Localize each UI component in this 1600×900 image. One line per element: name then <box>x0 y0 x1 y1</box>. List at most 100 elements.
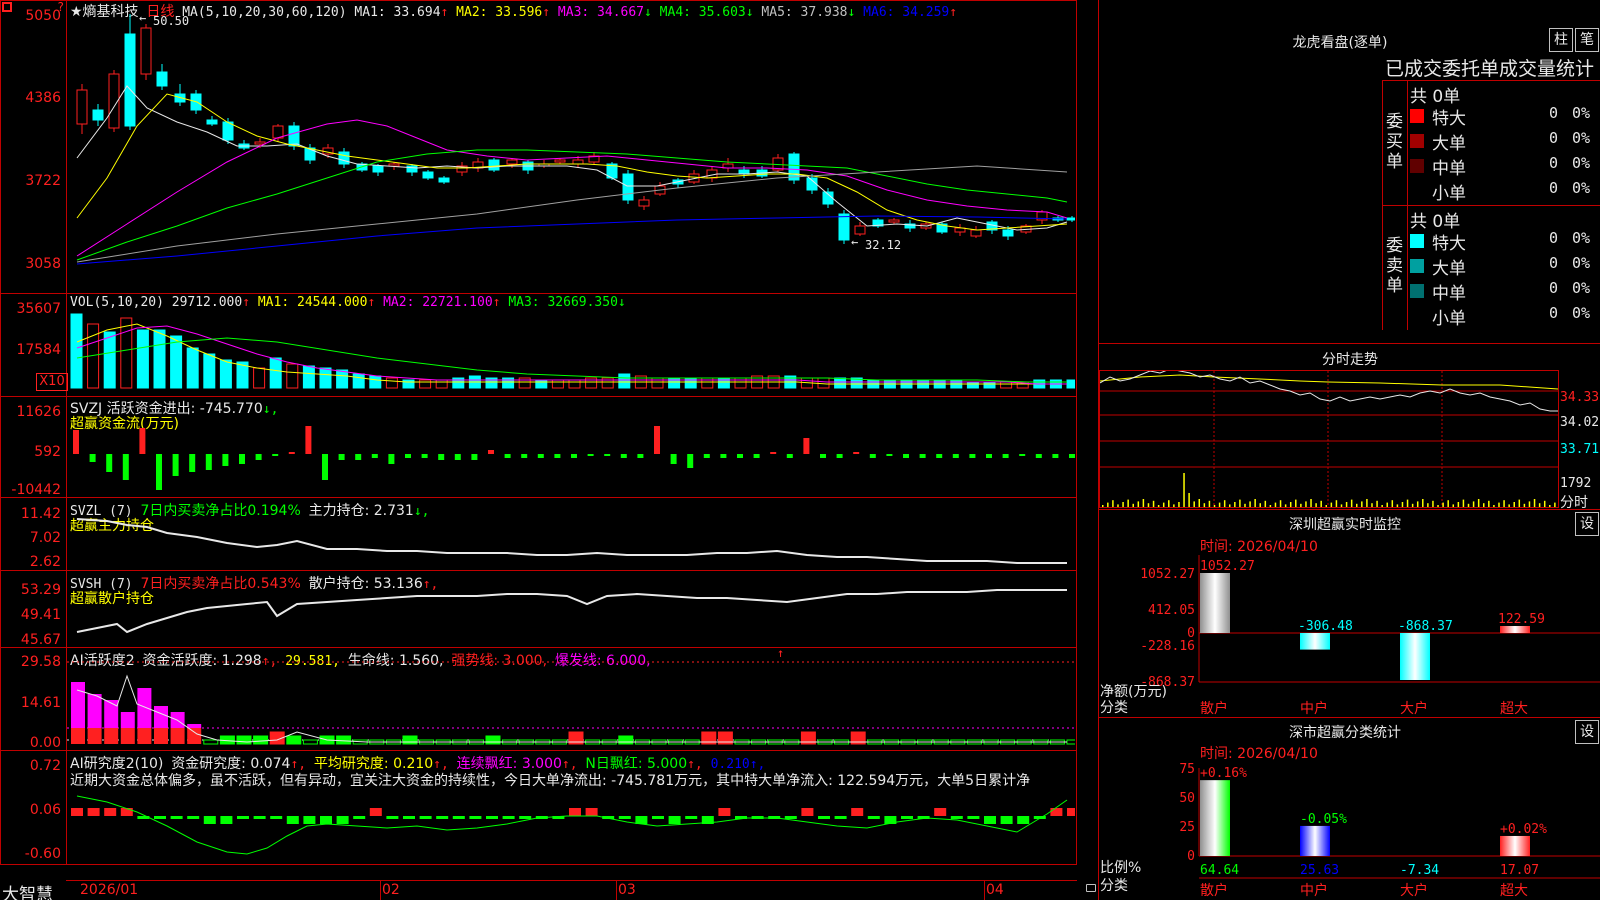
monitor-ylabel-0: 1052.27 <box>1140 567 1195 582</box>
intraday-vol-bar <box>1183 473 1185 507</box>
svzl-ylabel-0: 11.42 <box>20 506 61 522</box>
volume-bar <box>153 329 166 389</box>
svzj-bar <box>687 454 694 468</box>
kline-chart[interactable]: ← 50.50 ← 32.12 <box>67 14 1075 292</box>
monitor-chart[interactable]: 1052.27 412.05 0 -228.16 -868.37 1052.27… <box>1099 555 1600 715</box>
monitor-settings-button[interactable]: 设 <box>1575 512 1599 536</box>
ai2-green-bar <box>967 816 980 819</box>
svsh-chart[interactable] <box>67 580 1075 646</box>
monitor-ylabel-1: 412.05 <box>1148 603 1195 618</box>
ai1-up-marker: ↑ <box>777 646 785 660</box>
svzj-bar <box>205 454 212 470</box>
svzj-bar <box>172 454 179 476</box>
ai1-bar <box>618 735 634 745</box>
intraday-vol-bar <box>1371 503 1373 507</box>
svsh-line <box>76 589 1067 634</box>
volume-bar <box>70 313 83 389</box>
intraday-vol-bar <box>1147 503 1150 507</box>
stats-settings-button[interactable]: 设 <box>1575 720 1599 744</box>
ai2-red-bar <box>585 808 598 816</box>
intraday-vol-bar <box>1361 501 1363 507</box>
intraday-vol-bar <box>1254 499 1256 507</box>
intraday-vol-bar <box>1107 502 1109 507</box>
sell-percent: 0% <box>1572 254 1591 272</box>
tick-view-button[interactable]: 笔 <box>1575 28 1599 52</box>
svzj-bar <box>820 454 826 458</box>
vol-unit-box[interactable]: X10 <box>36 373 68 391</box>
candles <box>76 14 1075 244</box>
intraday-vol-bar <box>1432 500 1434 507</box>
stats-bar-label: +0.16% <box>1200 766 1247 781</box>
svzj-bar <box>703 454 710 458</box>
intraday-vol-bar <box>1173 504 1175 507</box>
sell-row-1: 大单 0 0% <box>1410 254 1600 279</box>
x-label-mar: 03 <box>618 882 636 898</box>
stats-bar-label: -0.05% <box>1300 812 1347 827</box>
svzj-bar <box>554 454 561 458</box>
ai2-green-bar <box>419 816 432 819</box>
svzj-ylabel-0: 11626 <box>16 404 61 420</box>
kline-ylabel-3: 3058 <box>25 256 61 272</box>
candle-body <box>388 163 400 167</box>
volume-bar <box>269 357 282 389</box>
candle-body <box>254 141 266 145</box>
intraday-vol-bar <box>1112 500 1114 507</box>
intraday-vol-bar <box>1391 500 1394 507</box>
intraday-vol-bar <box>1401 502 1404 507</box>
svzj-bar <box>637 454 644 458</box>
bar-view-button[interactable]: 柱 <box>1549 28 1573 52</box>
ai1-bar <box>286 735 302 745</box>
monitor-bars: 1052.27 -306.48 -868.37 122.59 <box>1200 559 1545 680</box>
intraday-vol-bar <box>1483 503 1485 507</box>
ai2-line <box>76 795 1068 855</box>
stats-category-0: 散户 <box>1200 883 1228 899</box>
volume-bar <box>618 373 631 389</box>
ai2-chart[interactable] <box>67 788 1075 864</box>
volume-chart[interactable] <box>67 308 1075 394</box>
intraday-chart[interactable] <box>1100 371 1558 507</box>
intraday-vol-bar <box>1503 500 1505 507</box>
candle-body <box>206 119 218 125</box>
lock-icon[interactable] <box>1086 884 1096 892</box>
volume-bar <box>186 347 199 389</box>
monitor-ylabel-3: -228.16 <box>1140 639 1195 654</box>
svzj-bar <box>355 454 362 460</box>
volume-bar <box>253 367 266 389</box>
intraday-vol-bar <box>1279 500 1282 507</box>
ai2-red-bar <box>569 808 581 816</box>
ai2-green-bar <box>353 816 366 819</box>
svzj-bar <box>288 452 295 454</box>
intraday-vol-bar <box>1284 504 1287 507</box>
svzj-bar <box>770 452 777 454</box>
brand-label[interactable]: 大智慧 <box>2 880 53 900</box>
ai2-red-bar <box>718 808 731 816</box>
intraday-avg-line <box>1100 374 1558 390</box>
ai1-red-bar <box>187 728 202 744</box>
candle-body <box>406 165 418 173</box>
buy-percent: 0% <box>1572 129 1591 147</box>
svzj-bar <box>454 454 461 460</box>
svzj-bar <box>1019 454 1026 456</box>
svzj-bar <box>255 454 262 460</box>
sell-row-0: 特大 0 0% <box>1410 229 1600 254</box>
intraday-vol-bar <box>1213 505 1216 507</box>
candle-body <box>124 33 136 127</box>
intraday-vol-bar <box>1549 505 1551 507</box>
buy-side-label: 委买单 <box>1386 112 1403 172</box>
svzj-bar <box>388 454 395 464</box>
ai2-red-bar <box>87 808 100 816</box>
intraday-vol-bar <box>1467 503 1470 507</box>
svzj-bar <box>521 454 528 458</box>
stats-bottom-value: 25.63 <box>1300 863 1339 878</box>
volume-bar <box>369 375 382 389</box>
candle-body <box>140 27 152 75</box>
ai1-chart[interactable] <box>67 660 1075 749</box>
svzj-chart[interactable] <box>67 426 1075 496</box>
sell-name: 小单 <box>1432 309 1466 329</box>
intraday-vol-bar <box>1335 500 1338 507</box>
intraday-vol-bar <box>1381 505 1383 507</box>
ai2-red-bar <box>934 808 947 816</box>
stats-x-title: 分类 <box>1100 878 1128 894</box>
x-label-jan: 2026/01 <box>80 882 139 898</box>
svzl-chart[interactable] <box>67 505 1075 569</box>
